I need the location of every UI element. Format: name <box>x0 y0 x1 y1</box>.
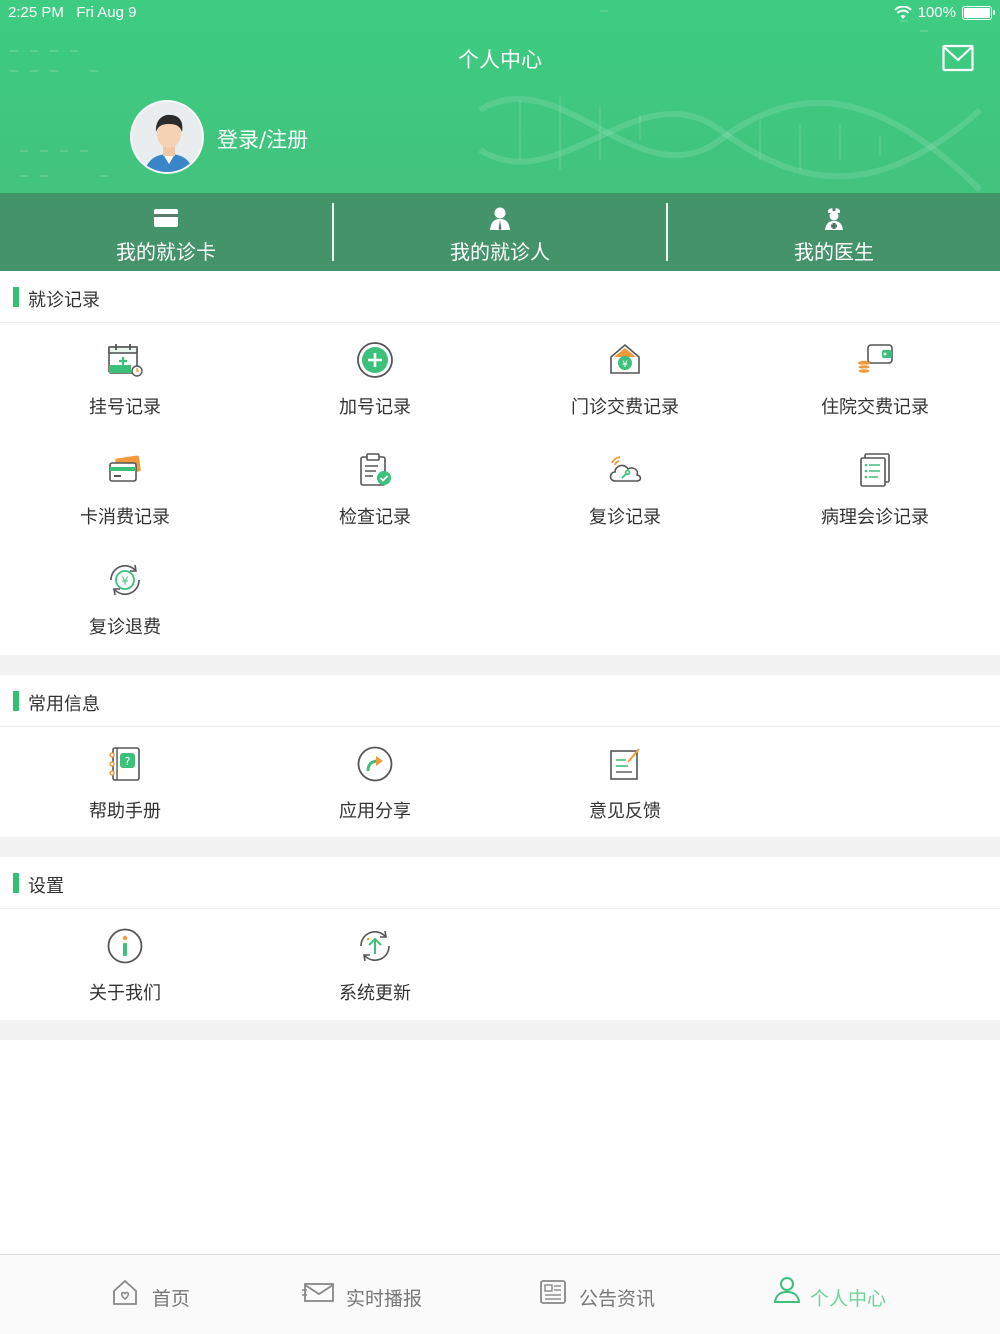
doctor-icon <box>825 208 843 230</box>
login-register-link[interactable]: 登录/注册 <box>217 124 308 154</box>
svg-text:¥: ¥ <box>122 575 129 588</box>
settings-section: 设置 关于我们 系统更新 <box>0 857 1000 1020</box>
item-label: 卡消费记录 <box>80 507 170 528</box>
my-medical-card-button[interactable]: 我的就诊卡 <box>0 193 332 271</box>
item-label: 复诊记录 <box>589 507 661 528</box>
update-icon <box>360 930 390 962</box>
quick-label: 我的医生 <box>794 240 874 264</box>
about-us-button[interactable]: 关于我们 <box>0 909 250 1019</box>
section-accent-bar <box>13 691 19 711</box>
my-patients-button[interactable]: 我的就诊人 <box>334 193 666 271</box>
item-label: 帮助手册 <box>89 801 161 822</box>
status-right: 100% <box>893 4 995 21</box>
info-icon <box>107 928 143 964</box>
follow-up-refund-button[interactable]: ¥ 复诊退费 <box>0 543 250 653</box>
share-icon <box>357 746 393 782</box>
svg-text:¥: ¥ <box>622 360 628 370</box>
section-title: 设置 <box>28 876 64 897</box>
section-accent-bar <box>13 873 19 893</box>
tab-personal-center[interactable]: 个人中心 <box>750 1255 1000 1334</box>
item-label: 关于我们 <box>89 983 161 1004</box>
clipboard-check-icon <box>360 453 391 486</box>
help-manual-button[interactable]: ? 帮助手册 <box>0 727 250 837</box>
item-label: 病理会诊记录 <box>821 507 929 528</box>
quick-access-bar: 我的就诊卡 我的就诊人 我的医生 <box>0 193 1000 271</box>
item-label: 意见反馈 <box>589 801 661 822</box>
card-consumption-records-button[interactable]: 卡消费记录 <box>0 433 250 543</box>
news-icon <box>540 1280 566 1304</box>
section-title: 就诊记录 <box>28 290 100 311</box>
section-title: 常用信息 <box>28 694 100 715</box>
my-doctor-button[interactable]: 我的医生 <box>668 193 1000 271</box>
profile-header: 2:25 PM Fri Aug 9 100% 个人中心 登录/注册 我的就诊卡 … <box>0 0 1000 271</box>
item-label: 复诊退费 <box>89 617 161 638</box>
page-title: 个人中心 <box>458 48 542 72</box>
quick-label: 我的就诊卡 <box>116 240 216 264</box>
home-icon <box>113 1279 137 1305</box>
status-time: 2:25 PM Fri Aug 9 <box>8 4 137 21</box>
battery-percent: 100% <box>917 4 956 21</box>
common-info-section: 常用信息 ? 帮助手册 应用分享 意见反馈 <box>0 675 1000 837</box>
wallet-coins-icon <box>857 344 893 374</box>
tab-announcements[interactable]: 公告资讯 <box>500 1255 750 1334</box>
examination-records-button[interactable]: 检查记录 <box>250 433 500 543</box>
item-label: 系统更新 <box>339 983 411 1004</box>
cloud-stethoscope-icon <box>609 456 642 482</box>
tab-label: 个人中心 <box>810 1288 887 1310</box>
broadcast-icon <box>302 1283 334 1302</box>
item-label: 检查记录 <box>339 507 411 528</box>
system-update-button[interactable]: 系统更新 <box>250 909 500 1019</box>
registration-records-button[interactable]: 挂号记录 <box>0 323 250 433</box>
plus-circle-icon <box>357 342 393 378</box>
card-icon <box>154 209 178 227</box>
document-list-icon <box>860 453 890 487</box>
user-icon <box>773 1277 801 1303</box>
mail-icon[interactable] <box>942 44 974 72</box>
section-accent-bar <box>13 287 19 307</box>
tab-home[interactable]: 首页 <box>0 1255 250 1334</box>
section-header: 常用信息 <box>0 675 1000 727</box>
tab-live-broadcast[interactable]: 实时播报 <box>250 1255 500 1334</box>
extra-registration-records-button[interactable]: 加号记录 <box>250 323 500 433</box>
yuan-refresh-icon: ¥ <box>110 564 140 596</box>
section-header: 设置 <box>0 857 1000 909</box>
follow-up-records-button[interactable]: 复诊记录 <box>500 433 750 543</box>
svg-text:?: ? <box>125 755 131 768</box>
yuan-house-icon: ¥ <box>610 343 640 374</box>
feedback-icon <box>610 748 640 780</box>
quick-label: 我的就诊人 <box>450 240 550 264</box>
item-label: 住院交费记录 <box>821 397 929 418</box>
person-icon <box>490 207 510 230</box>
section-gap <box>0 655 1000 675</box>
cards-icon <box>109 455 141 482</box>
calendar-add-icon <box>108 344 143 377</box>
help-book-icon: ? <box>109 747 140 781</box>
tab-label: 实时播报 <box>346 1288 423 1310</box>
section-gap <box>0 837 1000 857</box>
outpatient-payment-records-button[interactable]: ¥ 门诊交费记录 <box>500 323 750 433</box>
tab-label: 首页 <box>152 1288 191 1310</box>
item-label: 门诊交费记录 <box>571 397 679 418</box>
item-label: 加号记录 <box>339 397 411 418</box>
bottom-tab-bar: 首页 实时播报 公告资讯 个人中心 <box>0 1254 1000 1334</box>
item-label: 挂号记录 <box>89 397 161 418</box>
section-header: 就诊记录 <box>0 271 1000 323</box>
inpatient-payment-records-button[interactable]: 住院交费记录 <box>750 323 1000 433</box>
visit-records-section: 就诊记录 挂号记录 加号记录 ¥ 门诊交费记录 住院交费记录 卡消费记录 检查记… <box>0 271 1000 655</box>
battery-icon <box>962 5 995 20</box>
wifi-icon <box>893 5 912 19</box>
avatar[interactable] <box>130 100 204 174</box>
status-bar: 2:25 PM Fri Aug 9 100% <box>0 0 1000 26</box>
tab-label: 公告资讯 <box>579 1288 656 1310</box>
feedback-button[interactable]: 意见反馈 <box>500 727 750 837</box>
item-label: 应用分享 <box>339 801 411 822</box>
pathology-consultation-records-button[interactable]: 病理会诊记录 <box>750 433 1000 543</box>
app-share-button[interactable]: 应用分享 <box>250 727 500 837</box>
section-gap <box>0 1020 1000 1040</box>
